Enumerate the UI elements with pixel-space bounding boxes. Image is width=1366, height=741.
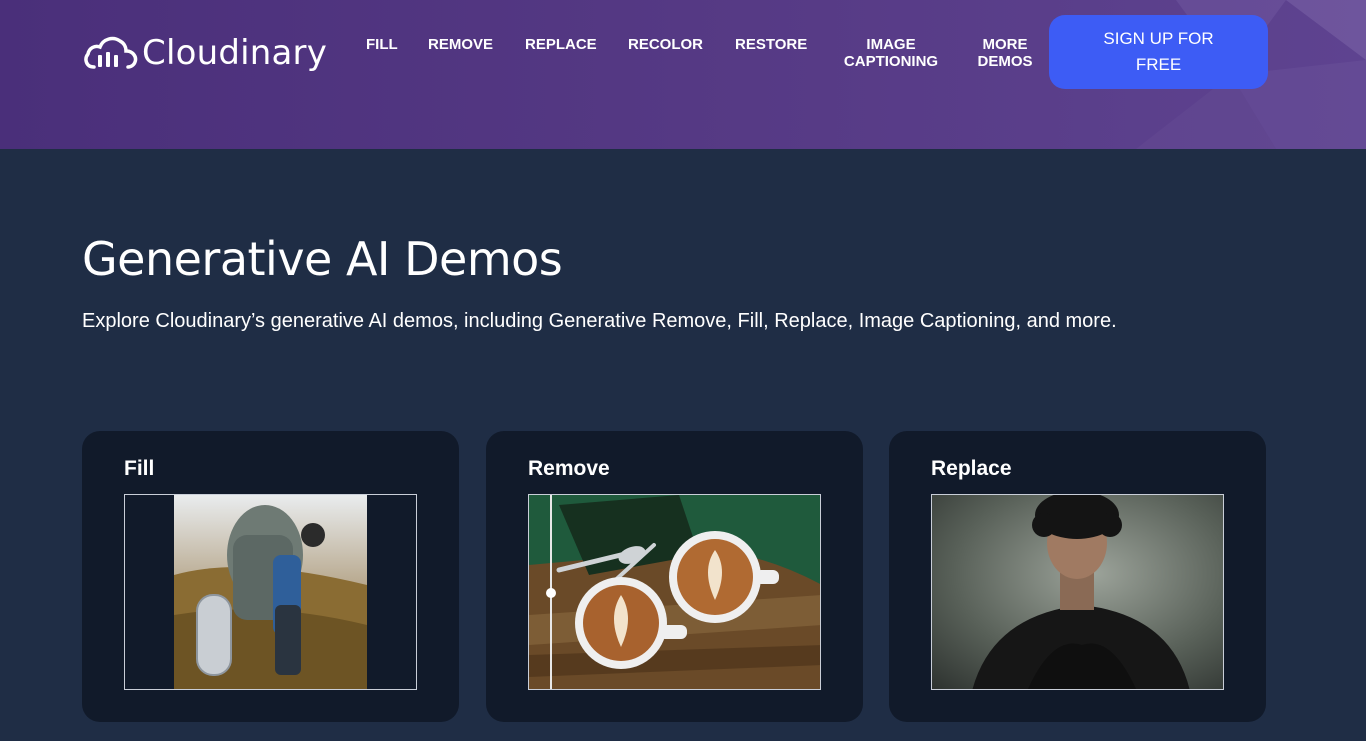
remove-demo-image[interactable] xyxy=(528,494,821,690)
nav-remove[interactable]: REMOVE xyxy=(428,36,493,53)
card-title: Remove xyxy=(528,457,610,480)
sign-up-button[interactable]: SIGN UP FOR FREE xyxy=(1049,15,1268,89)
nav-replace[interactable]: REPLACE xyxy=(525,36,597,53)
nav-image-captioning[interactable]: IMAGE CAPTIONING xyxy=(840,36,942,70)
site-header: Cloudinary FILL REMOVE REPLACE RECOLOR R… xyxy=(0,0,1366,149)
cloudinary-logo[interactable]: Cloudinary xyxy=(82,30,327,76)
card-replace[interactable]: Replace xyxy=(889,431,1266,722)
page-title: Generative AI Demos xyxy=(82,232,563,286)
nav-more-demos[interactable]: MORE DEMOS xyxy=(970,36,1040,70)
cloud-logo-icon xyxy=(84,36,138,69)
card-remove[interactable]: Remove xyxy=(486,431,863,722)
fill-demo-image[interactable] xyxy=(124,494,417,690)
page-subtitle: Explore Cloudinary’s generative AI demos… xyxy=(82,310,1117,332)
nav-fill[interactable]: FILL xyxy=(366,36,398,53)
card-fill[interactable]: Fill xyxy=(82,431,459,722)
nav-restore[interactable]: RESTORE xyxy=(735,36,807,53)
card-title: Replace xyxy=(931,457,1012,480)
logo-text: Cloudinary xyxy=(142,33,328,73)
replace-demo-image[interactable] xyxy=(931,494,1224,690)
card-title: Fill xyxy=(124,457,155,480)
nav-recolor[interactable]: RECOLOR xyxy=(628,36,703,53)
